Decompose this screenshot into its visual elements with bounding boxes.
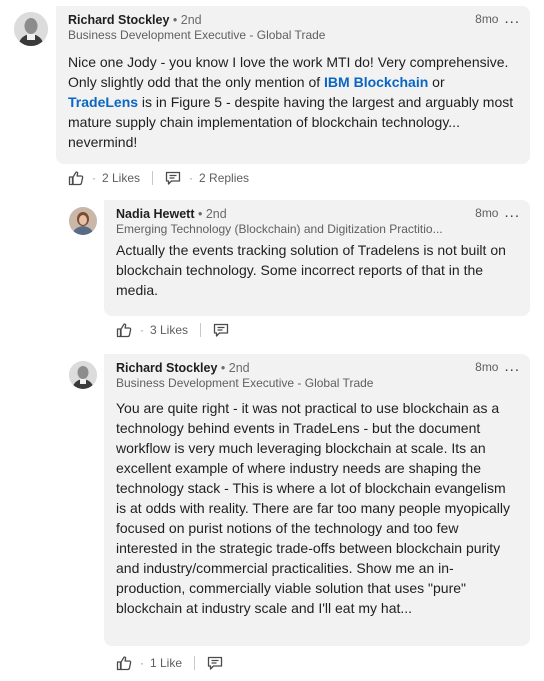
author-name[interactable]: Nadia Hewett — [116, 207, 195, 221]
reply-count[interactable]: 2 Replies — [199, 171, 249, 185]
comment-nadia: Nadia Hewett • 2nd Emerging Technology (… — [0, 195, 544, 345]
connection-degree: • 2nd — [197, 207, 227, 221]
separator-dot: · — [189, 171, 194, 185]
comment-bubble: Nadia Hewett • 2nd Emerging Technology (… — [104, 200, 530, 316]
connection-degree: • 2nd — [220, 361, 250, 375]
separator-dot: · — [92, 171, 96, 185]
reply-icon[interactable] — [165, 170, 181, 186]
comment-text: Nice one Jody - you know I love the work… — [68, 52, 518, 152]
reply-icon[interactable] — [207, 655, 223, 671]
comment-bubble: Richard Stockley • 2nd Business Developm… — [104, 354, 530, 646]
comment-richard-2: Richard Stockley • 2nd Business Developm… — [0, 345, 544, 681]
reply-icon[interactable] — [213, 322, 229, 338]
comment-richard-1: Richard Stockley • 2nd Business Developm… — [0, 0, 544, 195]
thumbs-up-icon[interactable] — [68, 170, 84, 186]
hashtag-link-tradelens[interactable]: TradeLens — [68, 94, 138, 110]
more-icon[interactable]: ... — [504, 359, 520, 374]
avatar[interactable] — [14, 12, 48, 46]
divider — [200, 323, 202, 337]
comment-time: 8mo — [475, 12, 499, 26]
avatar[interactable] — [69, 207, 97, 235]
more-icon[interactable]: ... — [504, 11, 520, 26]
author-headline: Business Development Executive - Global … — [68, 28, 326, 42]
separator-dot: · — [140, 656, 144, 670]
author-headline: Emerging Technology (Blockchain) and Dig… — [116, 222, 443, 236]
like-count[interactable]: 3 Likes — [150, 323, 188, 337]
comment-time: 8mo — [475, 206, 499, 220]
author-name[interactable]: Richard Stockley — [116, 361, 217, 375]
connection-degree: • 2nd — [172, 13, 202, 27]
hashtag-link-ibm-blockchain[interactable]: IBM Blockchain — [324, 74, 428, 90]
separator-dot: · — [140, 323, 144, 337]
like-count[interactable]: 2 Likes — [102, 171, 140, 185]
comment-text: Actually the events tracking solution of… — [116, 242, 506, 298]
divider — [152, 171, 154, 185]
thumbs-up-icon[interactable] — [116, 322, 132, 338]
like-count[interactable]: 1 Like — [150, 656, 182, 670]
comment-bubble: Richard Stockley • 2nd Business Developm… — [56, 6, 530, 164]
author-headline: Business Development Executive - Global … — [116, 376, 374, 390]
comment-text: You are quite right - it was not practic… — [116, 400, 511, 616]
author-name[interactable]: Richard Stockley — [68, 13, 169, 27]
comment-time: 8mo — [475, 360, 499, 374]
thumbs-up-icon[interactable] — [116, 655, 132, 671]
avatar[interactable] — [69, 361, 97, 389]
more-icon[interactable]: ... — [504, 205, 520, 220]
divider — [194, 656, 196, 670]
comment-text-part: or — [428, 74, 445, 90]
